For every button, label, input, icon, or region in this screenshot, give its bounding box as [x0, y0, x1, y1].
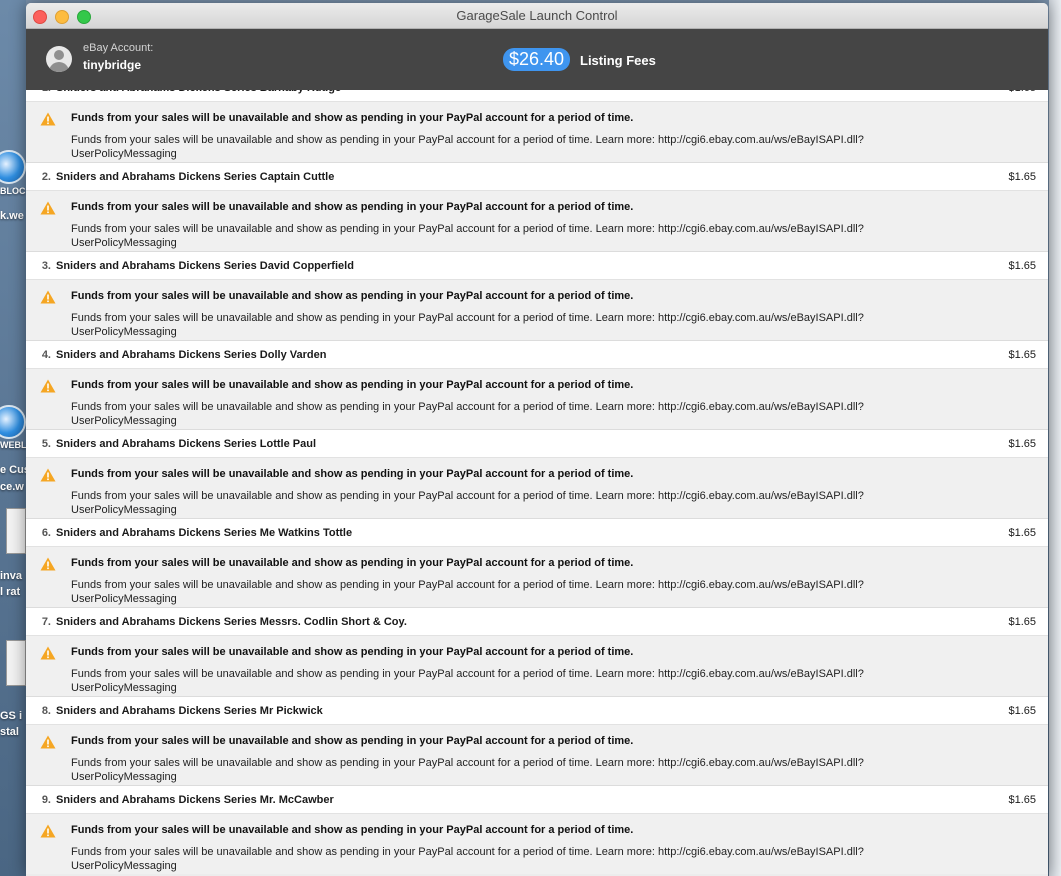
warning-title: Funds from your sales will be unavailabl… [71, 112, 634, 124]
listing-fee: $1.65 [1008, 170, 1036, 183]
close-window-button[interactable] [33, 10, 47, 24]
listing-fee: $1.65 [1008, 793, 1036, 806]
window-controls [33, 10, 91, 24]
desktop-label: stal [0, 726, 19, 738]
background-window-edge [1049, 0, 1061, 876]
listing-warning: Funds from your sales will be unavailabl… [26, 279, 1048, 340]
window-title: GarageSale Launch Control [456, 8, 618, 23]
warning-icon [40, 735, 56, 749]
warning-icon [40, 646, 56, 660]
listing-title: Sniders and Abrahams Dickens Series Davi… [56, 259, 354, 272]
listing-number: 9. [41, 793, 51, 806]
listing-title: Sniders and Abrahams Dickens Series Me W… [56, 526, 353, 539]
listing-warning: Funds from your sales will be unavailabl… [26, 457, 1048, 518]
listing-warning: Funds from your sales will be unavailabl… [26, 813, 1048, 874]
listing-title: Sniders and Abrahams Dickens Series Mr P… [56, 704, 323, 717]
listing-row[interactable]: 7. Sniders and Abrahams Dickens Series Me… [26, 607, 1048, 635]
warning-icon [40, 201, 56, 215]
listing-title: Sniders and Abrahams Dickens Series Mr. … [56, 793, 334, 806]
listing-fee: $1.65 [1008, 90, 1036, 94]
warning-message: Funds from your sales will be unavailabl… [71, 312, 864, 338]
listing-warning: Funds from your sales will be unavailabl… [26, 635, 1048, 696]
listing-fee-label: Listing Fees [580, 53, 656, 68]
warning-message: Funds from your sales will be unavailabl… [71, 757, 864, 783]
listing-warning: Funds from your sales will be unavailabl… [26, 368, 1048, 429]
warning-title: Funds from your sales will be unavailabl… [71, 735, 634, 747]
listing-title: Sniders and Abrahams Dickens Series Mess… [56, 615, 407, 628]
warning-title: Funds from your sales will be unavailabl… [71, 824, 634, 836]
listing-row[interactable]: 4. Sniders and Abrahams Dickens Series Do… [26, 340, 1048, 368]
listing-list[interactable]: 1. Sniders and Abrahams Dickens Series Ba… [26, 90, 1048, 876]
listing-row[interactable]: 8. Sniders and Abrahams Dickens Series Mr… [26, 696, 1048, 724]
warning-title: Funds from your sales will be unavailabl… [71, 201, 634, 213]
warning-title: Funds from your sales will be unavailabl… [71, 379, 634, 391]
warning-title: Funds from your sales will be unavailabl… [71, 468, 634, 480]
warning-message: Funds from your sales will be unavailabl… [71, 490, 864, 516]
warning-icon [40, 824, 56, 838]
launch-control-window: GarageSale Launch Control eBay Account: … [26, 3, 1048, 876]
listing-list-content: 1. Sniders and Abrahams Dickens Series Ba… [26, 90, 1048, 874]
listing-title: Sniders and Abrahams Dickens Series Barn… [56, 90, 341, 94]
warning-message: Funds from your sales will be unavailabl… [71, 668, 864, 694]
listing-number: 8. [41, 704, 51, 717]
listing-fee: $1.65 [1008, 259, 1036, 272]
warning-icon [40, 468, 56, 482]
warning-message: Funds from your sales will be unavailabl… [71, 401, 864, 427]
warning-icon [40, 290, 56, 304]
desktop-label: BLOC [0, 186, 26, 196]
listing-number: 7. [41, 615, 51, 628]
desktop-label: GS i [0, 710, 23, 722]
warning-message: Funds from your sales will be unavailabl… [71, 846, 864, 872]
account-label: eBay Account: [83, 42, 154, 54]
listing-warning: Funds from your sales will be unavailabl… [26, 546, 1048, 607]
document-icon[interactable] [6, 640, 26, 686]
listing-warning: Funds from your sales will be unavailabl… [26, 724, 1048, 785]
listing-row[interactable]: 1. Sniders and Abrahams Dickens Series Ba… [26, 90, 1048, 101]
listing-fee-total: $26.40 [503, 48, 571, 71]
desktop-label: k.we [0, 210, 24, 222]
listing-title: Sniders and Abrahams Dickens Series Lott… [56, 437, 317, 450]
warning-icon [40, 379, 56, 393]
listing-row[interactable]: 5. Sniders and Abrahams Dickens Series Lo… [26, 429, 1048, 457]
title-bar[interactable]: GarageSale Launch Control [26, 3, 1048, 29]
desktop-label: l rat [0, 586, 21, 598]
listing-number: 2. [41, 170, 51, 183]
warning-title: Funds from your sales will be unavailabl… [71, 557, 634, 569]
minimize-window-button[interactable] [55, 10, 69, 24]
desktop-label: inva [0, 570, 23, 582]
warning-icon [40, 557, 56, 571]
warning-message: Funds from your sales will be unavailabl… [71, 223, 864, 249]
listing-warning: Funds from your sales will be unavailabl… [26, 101, 1048, 162]
zoom-window-button[interactable] [77, 10, 91, 24]
listing-warning: Funds from your sales will be unavailabl… [26, 190, 1048, 251]
listing-title: Sniders and Abrahams Dickens Series Capt… [56, 170, 335, 183]
warning-title: Funds from your sales will be unavailabl… [71, 646, 634, 658]
warning-message: Funds from your sales will be unavailabl… [71, 579, 864, 605]
listing-fee: $1.65 [1008, 704, 1036, 717]
document-icon[interactable] [6, 508, 26, 554]
warning-title: Funds from your sales will be unavailabl… [71, 290, 634, 302]
listing-title: Sniders and Abrahams Dickens Series Doll… [56, 348, 327, 361]
listing-fee: $1.65 [1008, 437, 1036, 450]
listing-number: 5. [41, 437, 51, 450]
listing-row[interactable]: 3. Sniders and Abrahams Dickens Series Da… [26, 251, 1048, 279]
account-name: tinybridge [83, 58, 142, 72]
warning-message: Funds from your sales will be unavailabl… [71, 134, 864, 160]
listing-number: 1. [26, 90, 51, 94]
account-header: eBay Account: tinybridge $26.40 Listing … [26, 29, 1048, 90]
listing-number: 6. [41, 526, 51, 539]
listing-row[interactable]: 6. Sniders and Abrahams Dickens Series Me… [26, 518, 1048, 546]
listing-number: 4. [41, 348, 51, 361]
listing-fee: $1.65 [1008, 615, 1036, 628]
desktop-label: ce.w [0, 481, 24, 493]
listing-fee: $1.65 [1008, 348, 1036, 361]
listing-number: 3. [41, 259, 51, 272]
avatar [46, 46, 72, 72]
listing-row[interactable]: 9. Sniders and Abrahams Dickens Series Mr… [26, 785, 1048, 813]
listing-row[interactable]: 2. Sniders and Abrahams Dickens Series Ca… [26, 162, 1048, 190]
warning-icon [40, 112, 56, 126]
listing-fee: $1.65 [1008, 526, 1036, 539]
